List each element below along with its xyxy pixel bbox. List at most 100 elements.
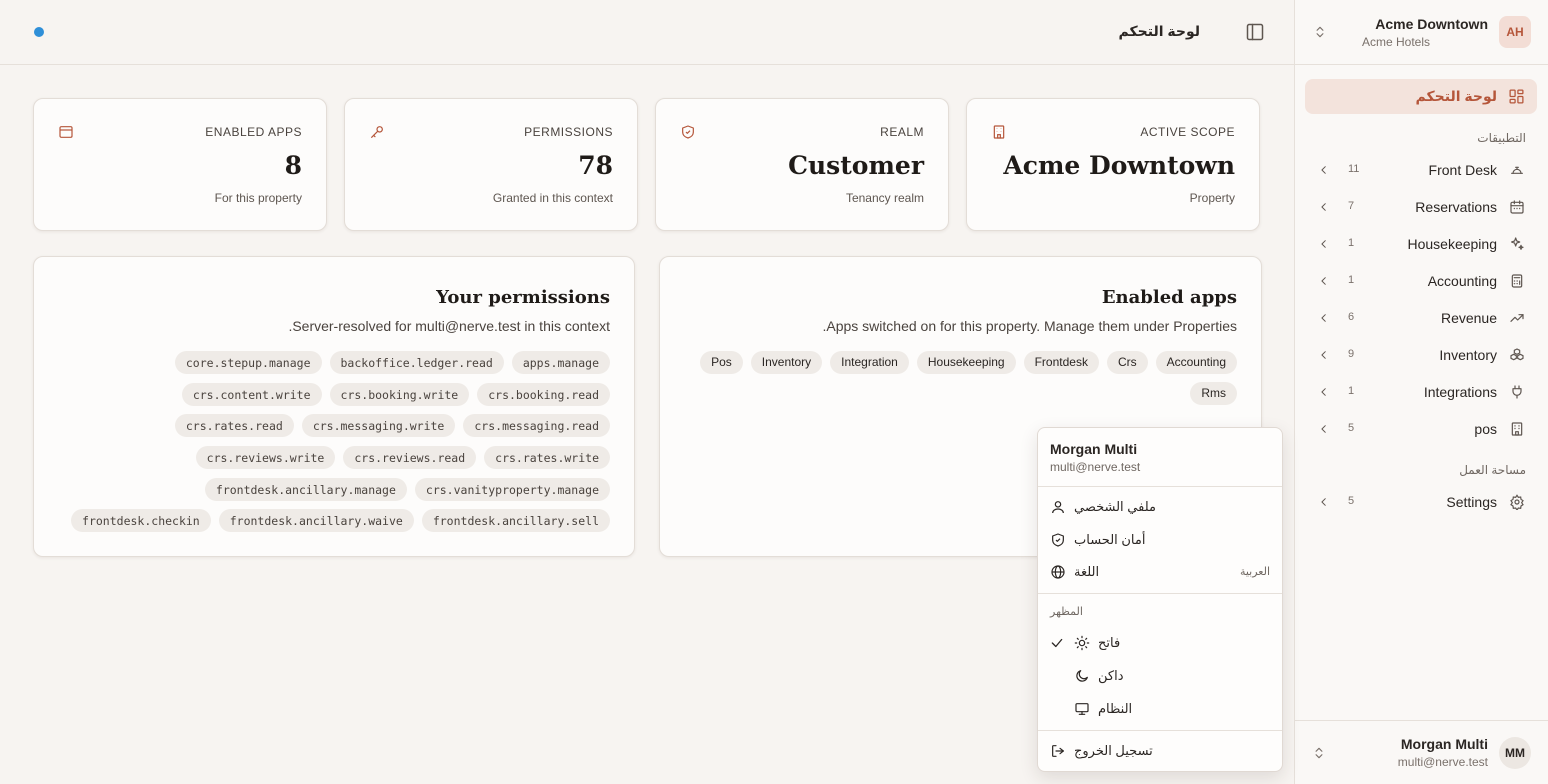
permission-chip: crs.vanityproperty.manage <box>414 477 610 501</box>
monitor-icon <box>1074 701 1090 717</box>
sidebar-item-label: Settings <box>1446 494 1497 510</box>
app-chip: Frontdesk <box>1023 351 1099 374</box>
sidebar-item-integrations[interactable]: Integrations 1 <box>1305 377 1537 407</box>
building-icon <box>1509 421 1525 437</box>
stat-value: Acme Downtown <box>1003 151 1235 180</box>
stat-card-realm: REALM Customer Tenancy realm <box>655 98 949 231</box>
sidebar-item-label: Accounting <box>1427 273 1497 289</box>
permission-chip: crs.booking.write <box>329 382 470 406</box>
sidebar-item-accounting[interactable]: Accounting 1 <box>1305 266 1537 296</box>
sidebar-item-settings[interactable]: Settings 5 <box>1305 487 1537 517</box>
permissions-title: Your permissions <box>436 287 610 308</box>
permission-chip: frontdesk.checkin <box>71 509 211 533</box>
menu-divider <box>1038 593 1282 594</box>
sidebar-item-count: 7 <box>1348 200 1355 212</box>
menu-item-theme-light[interactable]: فاتح <box>1038 627 1282 659</box>
sun-icon <box>1074 635 1090 651</box>
stat-sub: For this property <box>214 191 302 205</box>
sidebar-item-reservations[interactable]: Reservations 7 <box>1305 192 1537 222</box>
menu-item-security[interactable]: أمان الحساب <box>1038 524 1282 556</box>
calendar-icon <box>1509 199 1525 215</box>
top-bar: لوحة التحكم <box>0 0 1294 65</box>
layout-dashboard-icon <box>1508 88 1525 105</box>
sidebar-item-count: 5 <box>1348 495 1355 507</box>
avatar: MM <box>1499 737 1531 769</box>
enabled-apps-title: Enabled apps <box>1101 287 1237 308</box>
menu-item-language[interactable]: اللغة العربية <box>1038 556 1282 588</box>
stat-sub: Tenancy realm <box>845 191 924 205</box>
globe-icon <box>1050 564 1066 580</box>
chevron-left-icon <box>1319 385 1329 399</box>
sidebar-item-label: Housekeeping <box>1407 236 1497 252</box>
chevron-left-icon <box>1319 237 1329 251</box>
stat-sub: Granted in this context <box>492 191 613 205</box>
stat-label: ENABLED APPS <box>205 125 302 139</box>
calculator-icon <box>1509 273 1525 289</box>
enabled-apps-description: .Apps switched on for this property. Man… <box>822 318 1237 334</box>
stat-card-permissions: PERMISSIONS 78 Granted in this context <box>344 98 638 231</box>
chevron-left-icon <box>1319 495 1329 509</box>
permissions-description: .Server-resolved for multi@nerve.test in… <box>288 318 610 334</box>
app-chip: Housekeeping <box>916 351 1016 374</box>
sidebar-item-count: 1 <box>1348 274 1355 286</box>
sidebar-item-front-desk[interactable]: Front Desk 11 <box>1305 155 1537 185</box>
menu-item-label: ملفي الشخصي <box>1074 499 1156 514</box>
menu-item-profile[interactable]: ملفي الشخصي <box>1038 491 1282 523</box>
sidebar-toggle-button[interactable] <box>1245 22 1265 42</box>
menu-user-name: Morgan Multi <box>1050 441 1138 457</box>
stat-value: Customer <box>788 151 924 180</box>
user-name: Morgan Multi <box>1400 736 1488 752</box>
scope-org: Acme Hotels <box>1361 35 1430 49</box>
scope-switcher[interactable]: AH Acme Downtown Acme Hotels <box>1295 0 1548 65</box>
page-title: لوحة التحكم <box>1118 23 1200 39</box>
trending-up-icon <box>1509 310 1525 326</box>
menu-divider <box>1038 486 1282 487</box>
stat-sub: Property <box>1189 191 1235 205</box>
permission-chip: crs.messaging.write <box>301 414 456 438</box>
permission-chip: frontdesk.ancillary.manage <box>204 477 407 501</box>
sidebar-item-dashboard[interactable]: لوحة التحكم <box>1305 79 1537 114</box>
chevrons-up-down-icon <box>1313 24 1327 40</box>
menu-item-label: فاتح <box>1098 635 1121 650</box>
app-chip: Accounting <box>1155 351 1237 374</box>
chevron-left-icon <box>1319 163 1329 177</box>
permission-chip: crs.reviews.read <box>343 445 477 469</box>
menu-user-email: multi@nerve.test <box>1050 460 1141 474</box>
permissions-panel: Your permissions .Server-resolved for mu… <box>33 256 635 557</box>
app-chip: Pos <box>700 351 743 374</box>
menu-divider <box>1038 730 1282 731</box>
key-icon <box>369 124 385 140</box>
building-icon <box>991 124 1007 140</box>
sidebar-item-count: 5 <box>1348 422 1355 434</box>
sidebar-item-inventory[interactable]: Inventory 9 <box>1305 340 1537 370</box>
log-out-icon <box>1050 743 1066 759</box>
permission-chip: crs.messaging.read <box>463 414 610 438</box>
permission-chip: apps.manage <box>511 351 610 374</box>
permission-chip: frontdesk.ancillary.waive <box>218 509 414 533</box>
app-chip: Integration <box>830 351 909 374</box>
menu-item-theme-system[interactable]: النظام <box>1038 693 1282 725</box>
appearance-label: المظهر <box>1050 606 1083 618</box>
shield-check-icon <box>1050 532 1066 548</box>
sidebar-item-pos[interactable]: pos 5 <box>1305 414 1537 444</box>
sidebar-item-housekeeping[interactable]: Housekeeping 1 <box>1305 229 1537 259</box>
user-email: multi@nerve.test <box>1397 755 1488 769</box>
sidebar-item-label: Revenue <box>1440 310 1497 326</box>
language-value: العربية <box>1239 566 1270 578</box>
menu-item-label: تسجيل الخروج <box>1074 743 1153 758</box>
permission-chip: frontdesk.ancillary.sell <box>421 509 610 533</box>
stat-label: ACTIVE SCOPE <box>1140 125 1235 139</box>
sidebar-item-label: لوحة التحكم <box>1415 88 1497 104</box>
sidebar-item-count: 6 <box>1348 311 1355 323</box>
menu-item-logout[interactable]: تسجيل الخروج <box>1038 735 1282 767</box>
menu-item-theme-dark[interactable]: داكن <box>1038 660 1282 692</box>
sidebar-item-revenue[interactable]: Revenue 6 <box>1305 303 1537 333</box>
user-switcher[interactable]: MM Morgan Multi multi@nerve.test <box>1294 720 1548 784</box>
permission-chip: backoffice.ledger.read <box>329 351 504 374</box>
permission-chip: crs.rates.write <box>484 445 610 469</box>
stat-value: 78 <box>578 151 613 180</box>
sidebar-item-label: Reservations <box>1415 199 1497 215</box>
window-icon <box>58 124 74 140</box>
sidebar-item-label: Integrations <box>1423 384 1497 400</box>
sidebar-item-count: 9 <box>1348 348 1355 360</box>
